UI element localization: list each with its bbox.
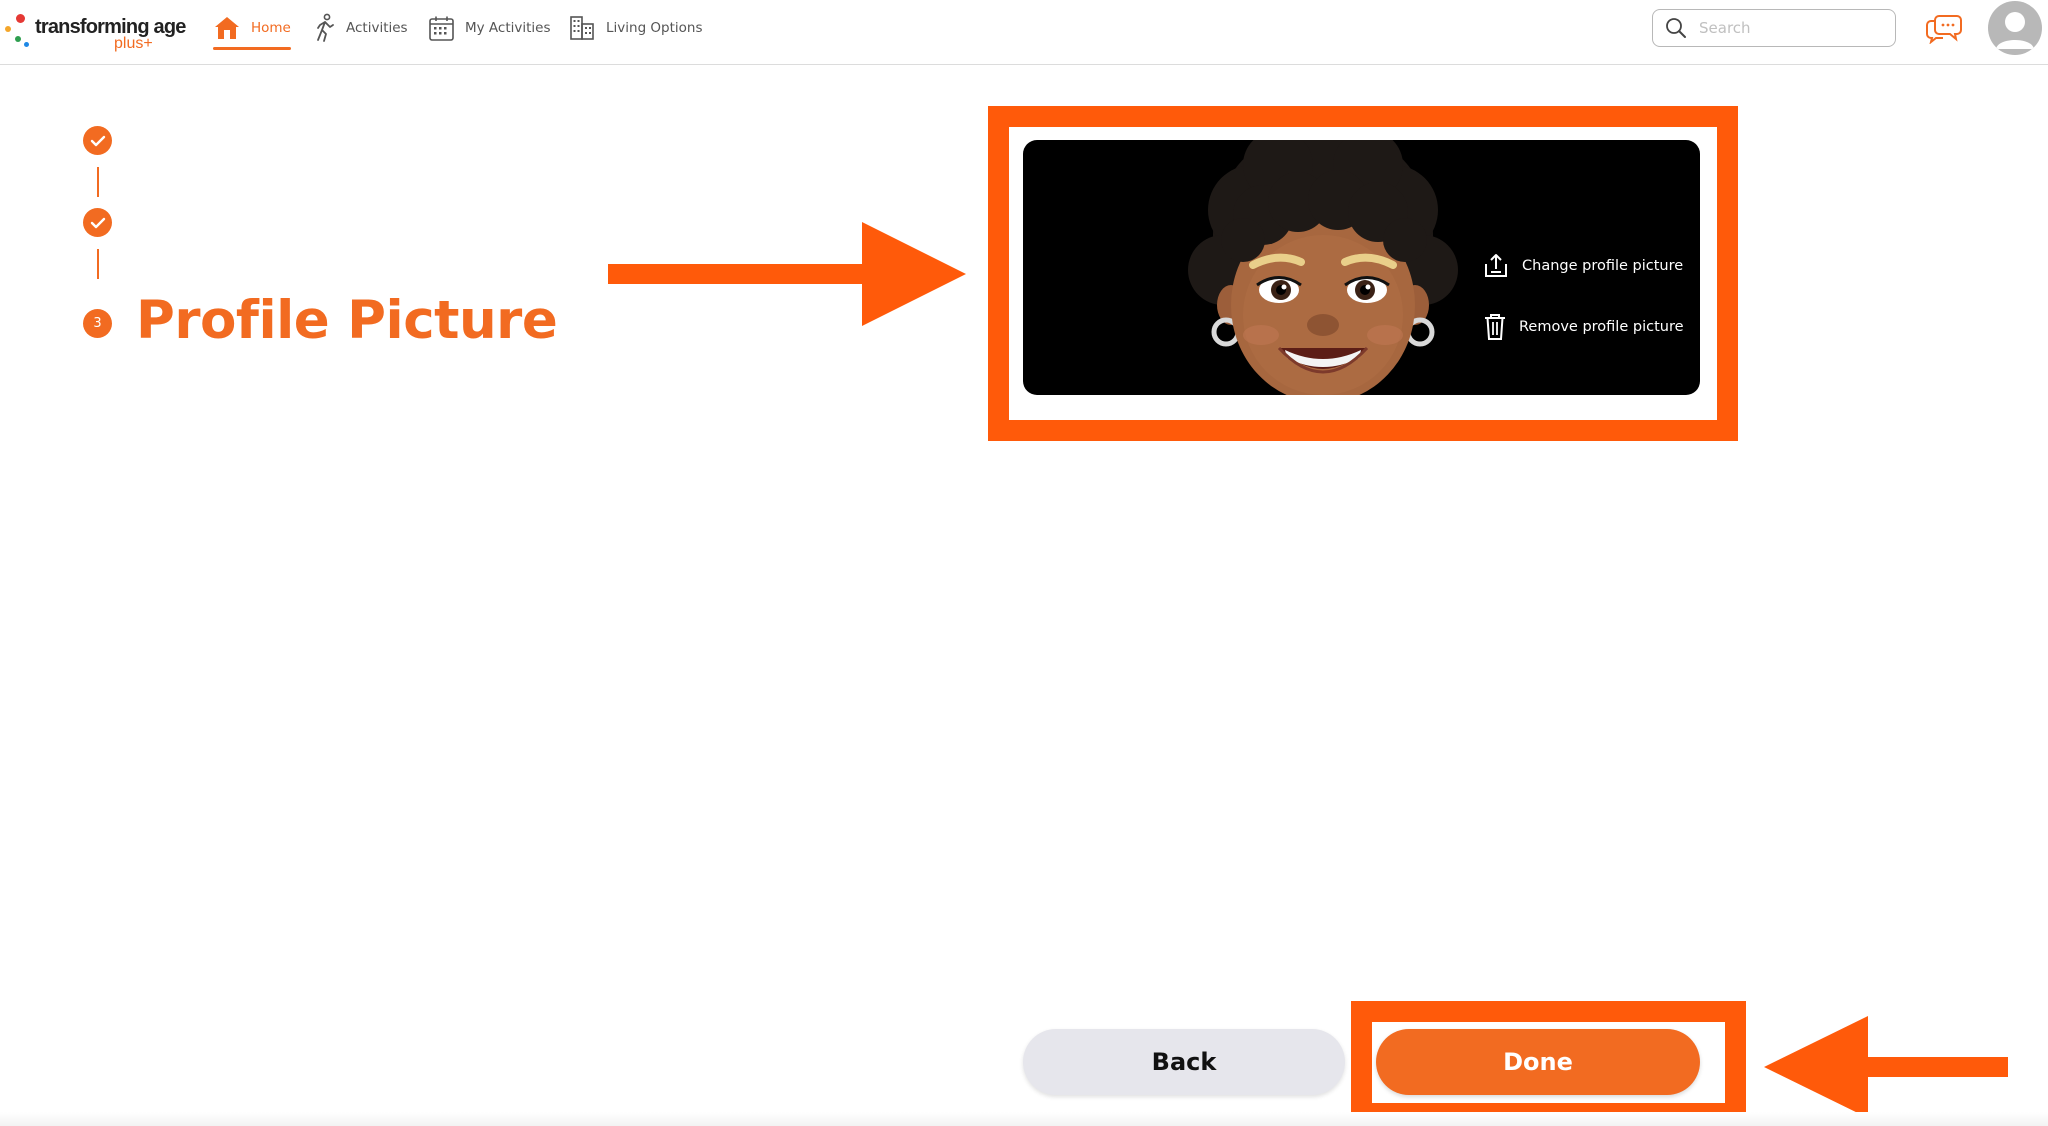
messages-button[interactable] [1925,12,1963,48]
logo-subtext: plus+ [114,35,153,52]
calendar-icon [429,16,454,41]
home-icon [215,17,239,39]
nav-my-activities[interactable]: My Activities [428,8,551,48]
top-navigation-bar: transforming age plus+ Home Activities M… [0,0,2048,65]
search-input[interactable] [1697,18,1881,38]
app-logo[interactable]: transforming age plus+ [2,10,186,56]
upload-icon [1485,254,1507,277]
profile-picture-card: Change profile picture Remove profile pi… [1023,140,1700,395]
back-button[interactable]: Back [1023,1029,1345,1095]
done-button[interactable]: Done [1376,1029,1700,1095]
nav-my-activities-label: My Activities [465,20,551,36]
change-profile-picture-label: Change profile picture [1522,258,1684,274]
checkmark-icon [90,135,105,146]
step-3-number: 3 [83,309,112,338]
nav-living-options[interactable]: Living Options [568,8,703,48]
step-1-complete-indicator [83,126,112,155]
bottom-shadow [0,1112,2048,1126]
nav-activities-label: Activities [346,20,408,36]
user-silhouette-icon [1996,12,2034,49]
change-profile-picture-button[interactable]: Change profile picture [1482,252,1683,280]
memoji-avatar-image [1188,140,1458,395]
nav-activities[interactable]: Activities [314,8,408,48]
nav-living-options-label: Living Options [606,20,703,36]
annotation-arrow-left-icon [1764,1016,2008,1118]
nav-home-label: Home [251,20,291,36]
remove-profile-picture-label: Remove profile picture [1519,319,1684,335]
remove-profile-picture-button[interactable]: Remove profile picture [1483,313,1684,341]
step-connector [97,249,99,279]
logo-dots-icon [2,14,32,54]
trash-icon [1485,314,1505,340]
page-title: Profile Picture [136,290,558,351]
annotation-arrow-right-icon [608,222,966,326]
step-2-complete-indicator [83,208,112,237]
nav-home[interactable]: Home [213,8,291,50]
chat-bubbles-icon [1926,15,1962,45]
logo-text: transforming age [35,16,186,38]
step-connector [97,167,99,197]
search-box[interactable] [1652,9,1896,47]
checkmark-icon [90,217,105,228]
user-avatar[interactable] [1988,1,2042,55]
running-figure-icon [317,13,334,42]
search-icon [1666,18,1686,38]
buildings-icon [570,16,594,40]
